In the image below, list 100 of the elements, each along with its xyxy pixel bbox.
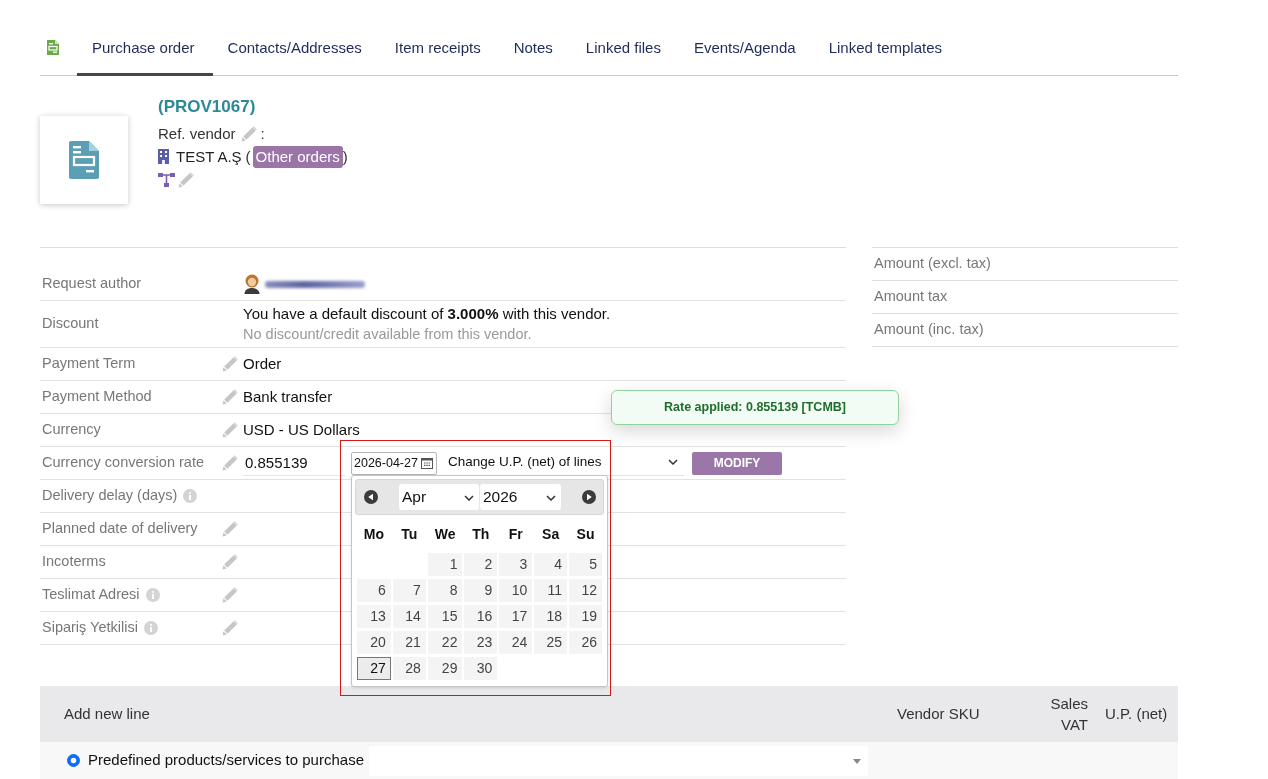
tab[interactable]: Contacts/Addresses	[212, 20, 380, 76]
document-icon	[69, 141, 99, 179]
tab[interactable]: Item receipts	[379, 20, 499, 76]
day-cell[interactable]: 21	[392, 630, 426, 654]
caret-icon	[546, 494, 556, 501]
caret-icon	[464, 494, 474, 501]
day-cell[interactable]: 15	[427, 604, 463, 628]
field-label: Delivery delay (days)	[42, 486, 178, 506]
column-header: Sales VAT	[1050, 695, 1088, 733]
day-cell[interactable]: 17	[499, 604, 533, 628]
pencil-icon[interactable]	[222, 554, 238, 570]
field-label: Planned date of delivery	[42, 519, 198, 539]
day-cell[interactable]: 18	[534, 604, 568, 628]
separator-text: :	[260, 124, 265, 144]
tab[interactable]: Linked templates	[813, 20, 961, 76]
weekday-label: Fr	[507, 525, 524, 544]
day-cell[interactable]: 2	[464, 552, 498, 576]
day-cell[interactable]: 27	[357, 656, 391, 680]
column-header: Vendor SKU	[897, 704, 980, 722]
day-cell[interactable]: 4	[534, 552, 568, 576]
total-label: Amount tax	[874, 287, 948, 307]
field-label: Payment Method	[42, 387, 152, 407]
pencil-icon[interactable]	[222, 356, 238, 372]
note-text: No discount/credit available from this vendor.	[243, 325, 532, 344]
day-cell[interactable]: 13	[357, 604, 391, 628]
day-cell[interactable]: 7	[392, 578, 426, 602]
reference-number: (PROV1067)	[158, 96, 257, 118]
day-cell[interactable]: 14	[392, 604, 426, 628]
field-label: Incoterms	[42, 552, 106, 572]
org-chart-icon[interactable]	[158, 173, 175, 187]
other-orders-link[interactable]: Other orders	[252, 145, 343, 168]
field-label: Currency conversion rate	[42, 453, 204, 473]
day-cell[interactable]: 24	[499, 630, 533, 654]
notification-toast: Rate applied: 0.855139 [TCMB]	[611, 390, 899, 425]
day-cell[interactable]: 23	[464, 630, 498, 654]
month-select[interactable]: Apr	[399, 483, 479, 510]
tab[interactable]: Notes	[498, 20, 571, 76]
pencil-icon[interactable]	[240, 125, 257, 142]
radio-button[interactable]	[67, 754, 80, 767]
pencil-icon[interactable]	[222, 455, 238, 471]
day-cell[interactable]: 22	[427, 630, 463, 654]
year-select[interactable]: 2026	[480, 483, 561, 510]
pencil-icon[interactable]	[222, 422, 238, 438]
radio-label: Predefined products/services to purchase	[88, 750, 364, 771]
tab[interactable]: Linked files	[570, 20, 679, 76]
day-cell[interactable]: 16	[464, 604, 498, 628]
day-cell[interactable]: 5	[569, 552, 602, 576]
day-cell[interactable]: 25	[534, 630, 568, 654]
day-cell[interactable]: 30	[464, 656, 498, 680]
pencil-icon[interactable]	[222, 521, 238, 537]
field-label: Currency	[42, 420, 101, 440]
column-header: Add new line	[64, 704, 150, 722]
paren-text: )	[342, 147, 348, 167]
day-cell[interactable]: 1	[427, 552, 463, 576]
day-cell[interactable]: 19	[569, 604, 602, 628]
avatar-icon	[243, 274, 261, 294]
paren-text: (	[245, 147, 251, 167]
day-cell[interactable]: 8	[427, 578, 463, 602]
total-label: Amount (inc. tax)	[874, 320, 984, 340]
company-name: TEST A.Ş	[176, 147, 242, 167]
day-cell[interactable]: 6	[357, 578, 391, 602]
day-cell[interactable]: 11	[534, 578, 568, 602]
caret-icon	[853, 758, 861, 764]
weekday-label: Sa	[541, 525, 561, 544]
field-value: Order	[243, 353, 282, 374]
field-label: Request author	[42, 274, 142, 294]
field-label: Teslimat Adresi	[42, 585, 140, 605]
day-cell[interactable]: 10	[499, 578, 533, 602]
total-label: Amount (excl. tax)	[874, 254, 991, 274]
field-value: Bank transfer	[243, 386, 333, 407]
document-icon	[47, 40, 59, 55]
field-value: USD - US Dollars	[243, 419, 360, 440]
day-cell[interactable]: 29	[427, 656, 463, 680]
pencil-icon[interactable]	[222, 389, 238, 405]
field-label: Discount	[42, 314, 99, 334]
pencil-icon[interactable]	[222, 620, 238, 636]
tab[interactable]: Events/Agenda	[678, 20, 814, 76]
next-icon[interactable]	[582, 489, 596, 504]
weekday-label: Su	[575, 525, 596, 544]
day-cell[interactable]: 20	[357, 630, 391, 654]
column-header: U.P. (net)	[1105, 704, 1168, 722]
calendar-icon[interactable]	[421, 456, 433, 469]
product-select[interactable]	[369, 745, 868, 776]
day-cell[interactable]: 26	[569, 630, 602, 654]
date-input[interactable]: 2026-04-27	[351, 451, 437, 475]
caret-icon	[668, 459, 678, 466]
previous-icon[interactable]	[364, 489, 378, 504]
building-icon	[158, 149, 169, 164]
day-cell[interactable]: 12	[569, 578, 602, 602]
day-cell[interactable]: 3	[499, 552, 533, 576]
field-label: Ref. vendor	[158, 124, 236, 144]
weekday-label: Mo	[362, 525, 386, 544]
weekday-label: Th	[471, 525, 491, 544]
day-cell[interactable]: 28	[392, 656, 426, 680]
day-cell[interactable]: 9	[464, 578, 498, 602]
weekday-label: We	[433, 525, 457, 544]
pencil-icon[interactable]	[222, 587, 238, 603]
modify-button[interactable]: MODIFY	[692, 451, 782, 475]
tab[interactable]: Purchase order	[77, 20, 213, 76]
weekday-label: Tu	[400, 525, 419, 544]
